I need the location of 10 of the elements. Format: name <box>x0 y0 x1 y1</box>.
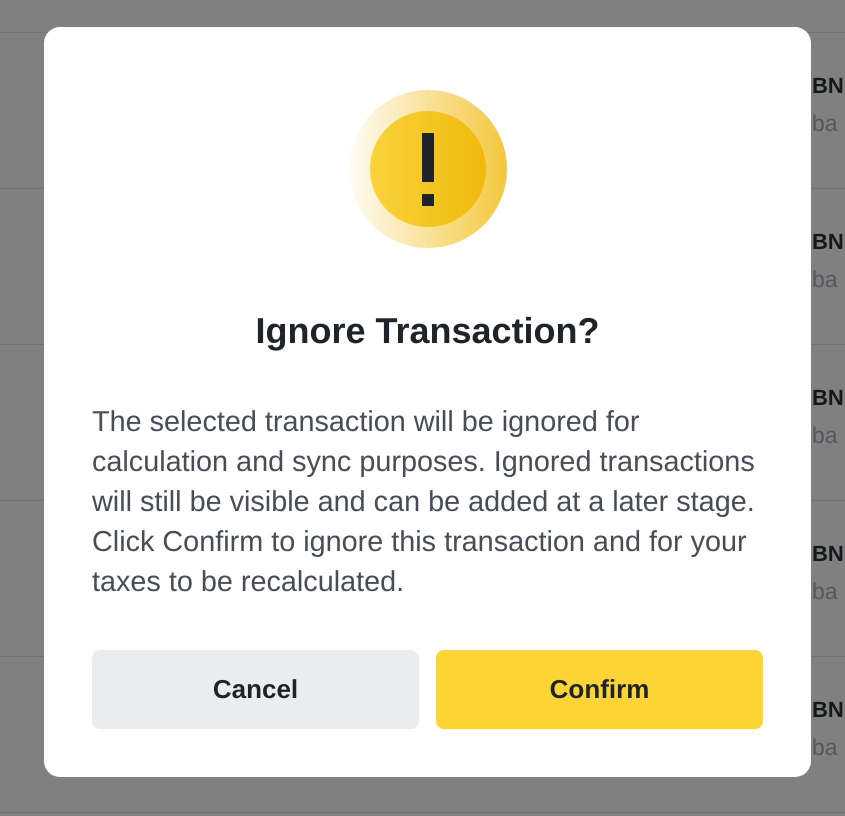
dialog-message: The selected transaction will be ignored for calculation and sync purposes. Ignored transactions will still be visible and can be added at a later stage. Click Confirm to ignore this transaction and for your taxes to be recalculated. <box>92 405 756 600</box>
row-title: BN <box>812 697 845 723</box>
cancel-button[interactable]: Cancel <box>92 650 419 729</box>
dialog-title: Ignore Transaction? <box>254 310 601 352</box>
row-title: BN <box>812 73 845 99</box>
warning-icon <box>348 90 506 248</box>
row-title: BN <box>812 385 845 411</box>
row-title: BN <box>812 541 845 567</box>
row-title: BN <box>812 229 845 255</box>
confirm-button[interactable]: Confirm <box>436 650 763 729</box>
